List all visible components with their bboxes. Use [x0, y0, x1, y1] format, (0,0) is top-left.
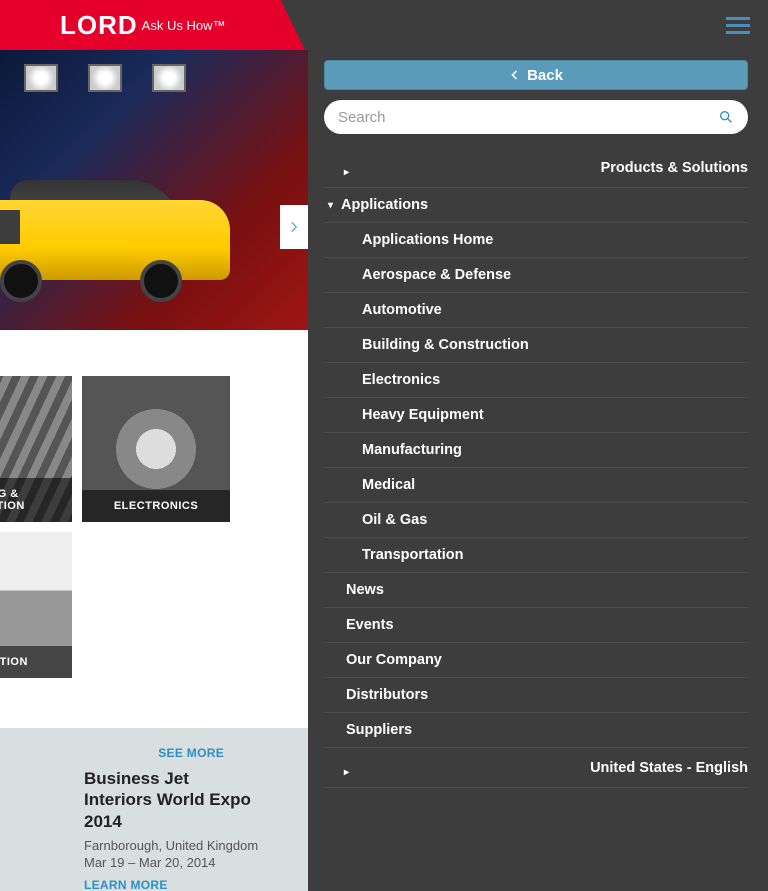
nav-label: Building & Construction [362, 337, 529, 353]
nav-applications-child[interactable]: Transportation [324, 538, 748, 573]
car-illustration [0, 170, 230, 310]
back-label: Back [527, 67, 563, 84]
logo-wrap[interactable]: LORD Ask Us How™ [0, 0, 305, 50]
nav-applications-child[interactable]: Aerospace & Defense [324, 258, 748, 293]
caret-right-icon [328, 157, 593, 178]
thumb-caption: DING & RUCTION [0, 478, 72, 522]
nav-distributors[interactable]: Distributors [324, 678, 748, 713]
nav-label: Automotive [362, 302, 442, 318]
see-more-link[interactable]: SEE MORE [84, 746, 224, 760]
nav-label: News [346, 582, 384, 598]
back-button[interactable]: Back [324, 60, 748, 90]
studio-lights [24, 64, 186, 92]
tagline: Ask Us How™ [142, 18, 226, 33]
caret-down-icon [328, 200, 333, 211]
nav-label: Distributors [346, 687, 428, 703]
search-input[interactable] [338, 109, 718, 126]
header: LORD Ask Us How™ [0, 0, 768, 50]
nav-events[interactable]: Events [324, 608, 748, 643]
caret-right-icon [328, 757, 582, 778]
thumbnail-row-1: DING & RUCTION ELECTRONICS [0, 330, 308, 522]
nav-list: Products & Solutions Applications Applic… [324, 148, 748, 788]
nav-news[interactable]: News [324, 573, 748, 608]
event-dates: Mar 19 – Mar 20, 2014 [84, 855, 284, 870]
nav-applications-child[interactable]: Building & Construction [324, 328, 748, 363]
nav-label: Products & Solutions [601, 160, 748, 176]
nav-applications-child[interactable]: Medical [324, 468, 748, 503]
nav-applications-child[interactable]: Manufacturing [324, 433, 748, 468]
nav-applications[interactable]: Applications [324, 188, 748, 223]
nav-label: Manufacturing [362, 442, 462, 458]
nav-label: Applications Home [362, 232, 493, 248]
chevron-left-icon [509, 69, 521, 81]
nav-label: Electronics [362, 372, 440, 388]
left-column: DING & RUCTION ELECTRONICS ORTATION SEE … [0, 50, 308, 891]
nav-label: Events [346, 617, 394, 633]
event-card: SEE MORE Business Jet Interiors World Ex… [0, 728, 308, 891]
hero-carousel [0, 50, 308, 330]
thumbnail-row-2: ORTATION [0, 522, 308, 728]
nav-applications-child[interactable]: Automotive [324, 293, 748, 328]
logo-text: LORD [60, 10, 138, 41]
nav-label: Transportation [362, 547, 464, 563]
thumb-building[interactable]: DING & RUCTION [0, 376, 72, 522]
thumb-transportation[interactable]: ORTATION [0, 532, 72, 678]
nav-label: Applications [341, 197, 428, 213]
thumb-electronics[interactable]: ELECTRONICS [82, 376, 230, 522]
carousel-next[interactable] [280, 205, 308, 249]
event-title: Business Jet Interiors World Expo 2014 [84, 768, 254, 832]
thumb-caption: ORTATION [0, 646, 72, 678]
chevron-right-icon [287, 216, 301, 238]
nav-suppliers[interactable]: Suppliers [324, 713, 748, 748]
nav-products[interactable]: Products & Solutions [324, 148, 748, 188]
nav-label: Oil & Gas [362, 512, 427, 528]
nav-label: Suppliers [346, 722, 412, 738]
hamburger-icon[interactable] [726, 13, 750, 38]
nav-label: Our Company [346, 652, 442, 668]
nav-applications-child[interactable]: Applications Home [324, 223, 748, 258]
thumb-caption: ELECTRONICS [82, 490, 230, 522]
nav-panel: Back Products & Solutions Applications A… [308, 50, 768, 891]
search-wrap[interactable] [324, 100, 748, 134]
nav-applications-child[interactable]: Electronics [324, 363, 748, 398]
nav-company[interactable]: Our Company [324, 643, 748, 678]
nav-applications-child[interactable]: Oil & Gas [324, 503, 748, 538]
search-icon[interactable] [718, 109, 734, 125]
carousel-prev[interactable] [0, 210, 20, 244]
nav-locale[interactable]: United States - English [324, 748, 748, 788]
nav-label: Heavy Equipment [362, 407, 484, 423]
nav-label: United States - English [590, 760, 748, 776]
event-location: Farnborough, United Kingdom [84, 838, 284, 853]
nav-label: Aerospace & Defense [362, 267, 511, 283]
nav-label: Medical [362, 477, 415, 493]
nav-applications-child[interactable]: Heavy Equipment [324, 398, 748, 433]
learn-more-link[interactable]: LEARN MORE [84, 878, 284, 891]
